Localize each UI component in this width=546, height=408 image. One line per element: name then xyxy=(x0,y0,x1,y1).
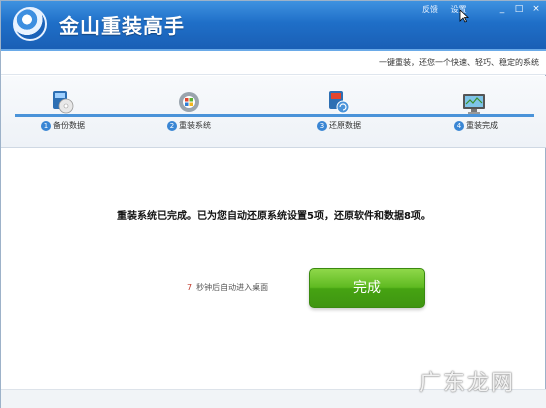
gear-windows-icon xyxy=(179,92,199,112)
countdown-label: 秒钟后自动进入桌面 xyxy=(196,283,269,292)
slogan-bar: 一键重装，还您一个快速、轻巧、稳定的系统 xyxy=(1,49,546,75)
app-title: 金山重装高手 xyxy=(59,14,185,38)
step-label-complete: 4 重装完成 xyxy=(454,120,498,131)
countdown-text: 7 秒钟后自动进入桌面 xyxy=(187,282,268,293)
step-number: 3 xyxy=(317,120,327,131)
watermark-text: 广东龙网 xyxy=(419,371,516,396)
countdown-seconds: 7 xyxy=(187,283,193,292)
app-logo-icon xyxy=(13,7,47,41)
step-number: 4 xyxy=(454,120,464,131)
step-label-backup: 1 备份数据 xyxy=(41,120,85,131)
slogan-text: 一键重装，还您一个快速、轻巧、稳定的系统 xyxy=(379,58,539,67)
progress-line xyxy=(15,114,534,117)
close-button[interactable]: × xyxy=(528,3,544,15)
monitor-icon xyxy=(463,94,485,114)
step-number: 1 xyxy=(41,120,51,131)
mouse-cursor-icon xyxy=(459,9,469,23)
completion-message: 重装系统已完成。已为您自动还原系统设置5项，还原软件和数据8项。 xyxy=(117,211,431,222)
maximize-button[interactable]: □ xyxy=(511,3,527,15)
backup-disk-icon xyxy=(53,91,74,114)
finish-button[interactable]: 完成 xyxy=(309,268,425,308)
restore-icon xyxy=(329,91,350,114)
installer-window: 金山重装高手 反馈 设置 _ □ × 一键重装，还您一个快速、轻巧、稳定的系统 … xyxy=(0,0,546,408)
step-label-reinstall: 2 重装系统 xyxy=(167,120,211,131)
step-label-restore: 3 还原数据 xyxy=(317,120,361,131)
title-bar: 金山重装高手 反馈 设置 _ □ × xyxy=(1,1,546,49)
step-number: 2 xyxy=(167,120,177,131)
minimize-button[interactable]: _ xyxy=(494,3,510,15)
feedback-link[interactable]: 反馈 xyxy=(422,5,438,14)
